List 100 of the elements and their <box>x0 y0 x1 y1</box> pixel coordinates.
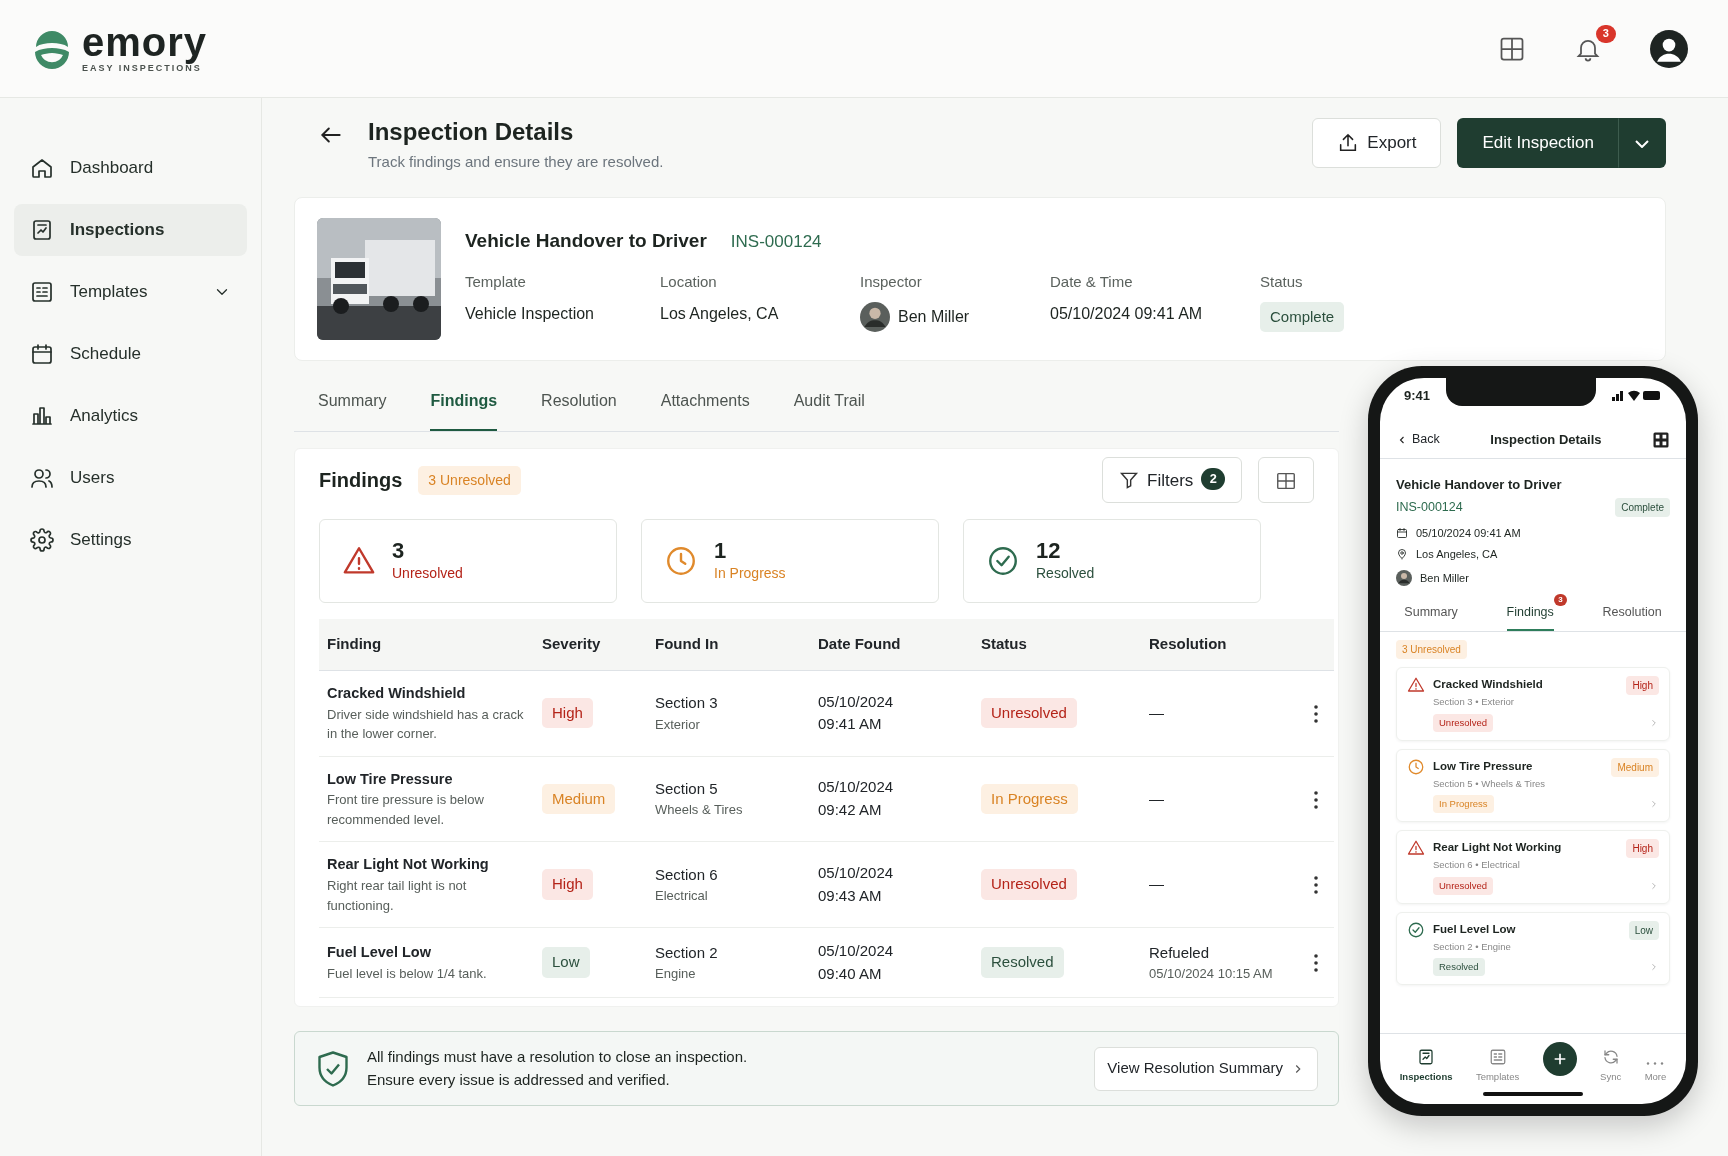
phone-finding-title: Fuel Level Low <box>1433 921 1516 937</box>
finding-description: Fuel level is below 1/4 tank. <box>327 964 488 983</box>
severity-badge: High <box>542 869 593 900</box>
phone-status-badge: Resolved <box>1433 958 1485 977</box>
phone-date: 05/10/2024 09:41 AM <box>1416 526 1521 541</box>
column-header: Found In <box>655 635 719 653</box>
phone-severity-badge: Medium <box>1611 757 1659 777</box>
kebab-menu-icon <box>1314 876 1318 895</box>
inspection-id: INS-000124 <box>730 230 822 253</box>
phone-finding-card[interactable]: Fuel Level Low Low Section 2 • Engine Resolved <box>1396 911 1670 986</box>
found-time: 09:43 AM <box>818 885 883 906</box>
phone-finding-meta: Section 3 • Exterior <box>1433 695 1515 710</box>
clipboard-icon <box>30 218 54 242</box>
found-date: 05/10/2024 <box>818 941 895 962</box>
user-avatar[interactable] <box>1650 29 1688 68</box>
tab[interactable]: Resolution <box>541 377 617 432</box>
phone-inspection-title: Vehicle Handover to Driver <box>1396 475 1563 494</box>
stat-value: 1 <box>714 538 728 563</box>
inspector-avatar <box>860 301 890 332</box>
phone-nav-item[interactable]: Sync <box>1600 1047 1622 1084</box>
edit-inspection-button[interactable]: Edit Inspection <box>1457 118 1619 168</box>
layout-button[interactable] <box>1258 457 1314 504</box>
phone-finding-title: Low Tire Pressure <box>1433 758 1533 774</box>
phone-tab[interactable]: Findings <box>1506 602 1554 632</box>
sidebar-item[interactable]: Settings <box>14 514 247 566</box>
section-area: Exterior <box>655 714 802 735</box>
dropdown-button[interactable] <box>1618 118 1666 168</box>
phone-inspector-avatar <box>1396 570 1412 587</box>
phone-nav-item[interactable]: Inspections <box>1399 1047 1453 1084</box>
phone-back-button[interactable]: Back <box>1396 430 1440 450</box>
found-time: 09:42 AM <box>818 799 883 820</box>
check-circle-icon <box>1407 920 1425 939</box>
status-badge: Unresolved <box>981 697 1077 729</box>
sidebar-item[interactable]: Schedule <box>14 328 247 380</box>
filter-icon <box>1119 470 1140 491</box>
phone-finding-card[interactable]: Rear Light Not Working High Section 6 • Electrical Unresolved <box>1396 830 1670 904</box>
finding-title: Rear Light Not Working <box>327 855 490 875</box>
phone-location: Los Angeles, CA <box>1416 546 1498 562</box>
brand-name: emory <box>82 21 208 62</box>
resolution-date: 05/10/2024 10:15 AM <box>1149 965 1274 984</box>
sync-icon <box>1601 1047 1620 1066</box>
view-resolution-summary-button[interactable]: View Resolution Summary <box>1094 1046 1318 1091</box>
kebab-menu-icon <box>1314 954 1318 973</box>
chevron-right-icon <box>1649 962 1659 973</box>
phone-finding-card[interactable]: Low Tire Pressure Medium Section 5 • Wheels & Tires In Progress <box>1396 748 1670 823</box>
add-button[interactable] <box>1542 1042 1577 1076</box>
severity-badge: Medium <box>542 783 616 815</box>
notification-count: 3 <box>1595 24 1616 44</box>
tab[interactable]: Findings <box>430 377 498 432</box>
section-area: Wheels & Tires <box>655 800 802 820</box>
resolution-text: — <box>1149 874 1165 895</box>
phone-status-badge: Complete <box>1615 498 1670 517</box>
chevron-right-icon <box>1649 717 1659 728</box>
phone-finding-card[interactable]: Cracked Windshield High Section 3 • Exterior Unresolved <box>1396 667 1670 741</box>
finding-title: Cracked Windshield <box>327 683 467 703</box>
sidebar-item[interactable]: Analytics <box>14 390 247 442</box>
inspection-title: Vehicle Handover to Driver <box>465 228 707 253</box>
tab[interactable]: Attachments <box>660 377 750 432</box>
home-icon <box>30 156 54 180</box>
sidebar-item[interactable]: Templates <box>14 266 247 318</box>
kebab-menu-icon <box>1314 790 1318 809</box>
tab[interactable]: Summary <box>318 377 387 432</box>
column-header: Resolution <box>1149 635 1227 653</box>
phone-finding-meta: Section 5 • Wheels & Tires <box>1433 776 1547 791</box>
phone-time: 9:41 <box>1404 387 1431 405</box>
clipboard-icon <box>1417 1047 1436 1066</box>
phone-severity-badge: High <box>1626 839 1659 859</box>
qr-code-icon <box>1652 430 1670 449</box>
warning-icon <box>1407 676 1425 695</box>
phone-nav-item[interactable]: Templates <box>1475 1047 1520 1084</box>
phone-tab[interactable]: Summary <box>1404 602 1458 632</box>
status-badge: Unresolved <box>981 869 1077 900</box>
export-button[interactable]: Export <box>1312 118 1442 168</box>
column-header: Finding <box>327 635 382 653</box>
status-badge: Complete <box>1260 301 1345 333</box>
phone-nav-item[interactable]: More <box>1644 1060 1667 1084</box>
field-label: Inspector <box>860 272 923 293</box>
shield-check-icon <box>315 1048 351 1089</box>
sidebar-item[interactable]: Inspections <box>14 204 247 256</box>
location-pin-icon <box>1396 547 1408 560</box>
found-date: 05/10/2024 <box>818 863 895 884</box>
phone-severity-badge: Low <box>1628 920 1659 940</box>
field-value: Vehicle Inspection <box>465 304 594 322</box>
filters-button[interactable]: Filters 2 <box>1102 457 1242 504</box>
phone-title: Inspection Details <box>1490 431 1602 449</box>
column-header: Date Found <box>818 635 901 653</box>
resolution-text: — <box>1149 702 1165 723</box>
sidebar-item[interactable]: Dashboard <box>14 142 247 194</box>
filter-count: 2 <box>1201 468 1225 491</box>
tab[interactable]: Audit Trail <box>793 377 865 432</box>
sidebar-item[interactable]: Users <box>14 452 247 504</box>
phone-status-badge: In Progress <box>1433 795 1494 814</box>
template-icon <box>1488 1047 1507 1066</box>
caret-icon <box>1635 139 1649 148</box>
finding-description: Front tire pressure is below recommended level. <box>327 791 485 829</box>
settings-icon <box>30 528 54 552</box>
phone-status-badge: Unresolved <box>1433 876 1494 895</box>
template-icon <box>30 280 54 304</box>
phone-tab[interactable]: Resolution <box>1602 602 1662 632</box>
stat-label: Resolved <box>1036 563 1095 583</box>
